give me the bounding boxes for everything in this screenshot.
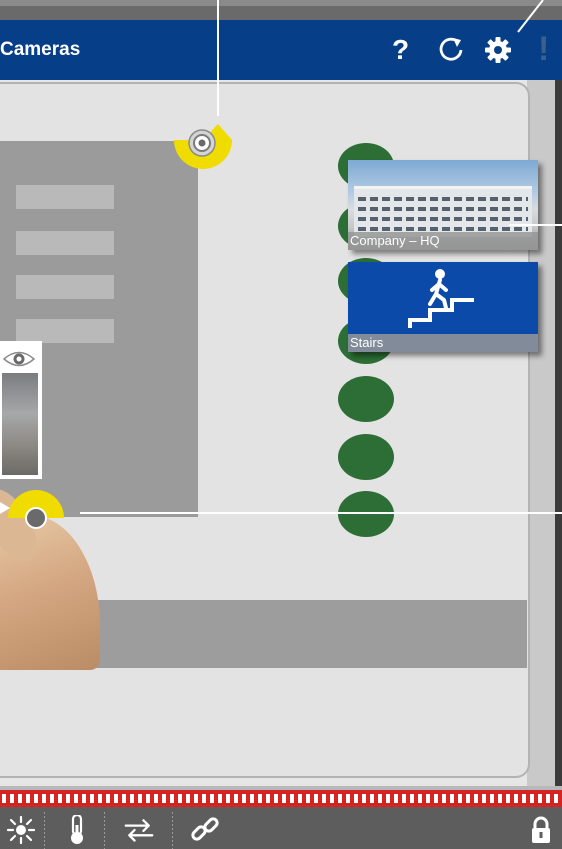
camera-label: Company – HQ [348,232,538,250]
toolbar-separator [104,812,105,849]
refresh-icon[interactable] [438,36,464,62]
stairs-pictogram [408,269,474,328]
eye-icon[interactable] [2,348,36,370]
gear-icon[interactable] [484,36,512,64]
camera-preview[interactable] [0,341,42,479]
window-bar [16,231,114,255]
callout-line [217,0,219,116]
switch-icon[interactable] [124,815,154,845]
callout-line [517,0,544,33]
camera-tile[interactable]: Company – HQ [348,160,538,250]
camera-node[interactable] [338,376,394,422]
event-timeline[interactable] [0,790,562,807]
camera-label: Stairs [348,334,538,352]
camera-marker[interactable] [172,120,234,176]
brightness-icon[interactable] [6,815,36,845]
callout-line [80,512,562,514]
page-title: Cameras [0,39,81,60]
side-edge [555,80,562,786]
alert-button[interactable]: ! [538,30,549,69]
callout-line [509,224,562,226]
camera-node[interactable] [338,434,394,480]
window-bar [16,275,114,299]
thermometer-icon[interactable] [62,815,92,845]
camera-tile[interactable]: Stairs [348,262,538,352]
link-icon[interactable] [190,815,220,845]
help-button[interactable]: ? [392,34,409,66]
toolbar-separator [172,812,173,849]
camera-marker[interactable] [0,490,66,530]
window-bar [16,319,114,343]
camera-node[interactable] [338,491,394,537]
lock-icon[interactable] [526,815,556,845]
toolbar-separator [44,812,45,849]
top-strip [0,0,562,20]
app-header [0,20,562,80]
building-photo [354,186,532,237]
window-bar [16,185,114,209]
